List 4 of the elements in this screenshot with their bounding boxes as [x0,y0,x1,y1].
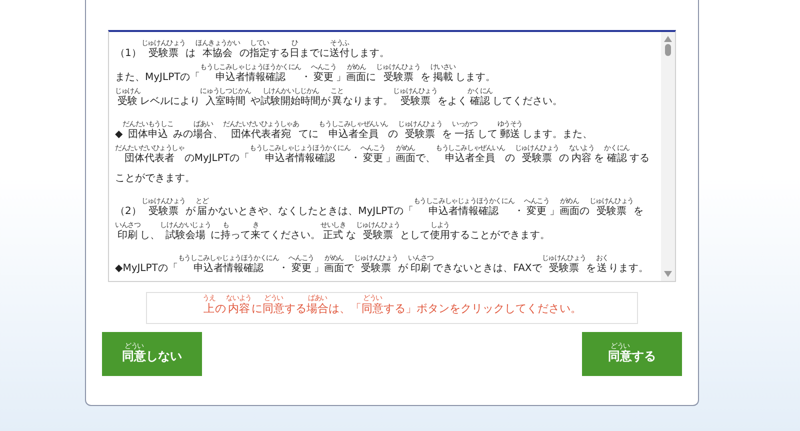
scroll-thumb[interactable] [665,44,671,56]
scroll-down-icon[interactable] [664,271,672,277]
scrollbar[interactable] [661,32,675,281]
scroll-up-icon[interactable] [664,36,672,42]
